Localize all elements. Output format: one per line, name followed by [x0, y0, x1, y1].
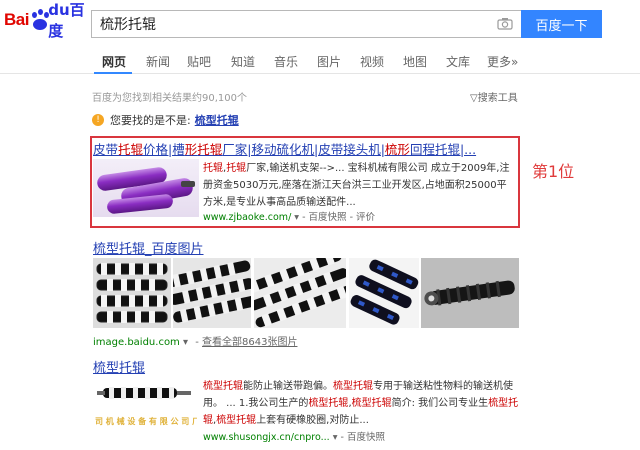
image-thumbnail[interactable]: [349, 258, 419, 328]
search-query: 梳形托辊: [100, 17, 156, 33]
tab-more[interactable]: 更多»: [487, 53, 518, 70]
tab-video[interactable]: 视频: [360, 53, 384, 70]
result1-url[interactable]: www.zjbaoke.com/: [203, 212, 291, 223]
dropdown-icon[interactable]: ▾: [333, 432, 341, 443]
search-tools-label: 搜索工具: [477, 93, 518, 104]
result3-url[interactable]: www.shusongjx.cn/cnpro...: [203, 432, 330, 443]
result1-desc-keyword: 托辊: [226, 163, 247, 174]
tab-images[interactable]: 图片: [317, 53, 341, 70]
view-all-images-link[interactable]: 查看全部8643张图片: [202, 337, 297, 348]
result3-description: 梳型托辊能防止输送带跑偏。梳型托辊专用于输送粘性物料的输送机使用。 ... 1.…: [203, 378, 523, 429]
search-button[interactable]: 百度一下: [521, 10, 602, 38]
result1-title-part: 价格|槽: [143, 142, 185, 157]
result2-title-link[interactable]: 梳型托辊_百度图片: [93, 238, 204, 257]
result1-title-link[interactable]: 皮带托辊价格|槽形托辊厂家|移动硫化机|皮带接头机|梳形回程托辊|...: [93, 139, 517, 158]
result3-thumbnail[interactable]: 司 机 械 设 备 有 限 公 司 厂: [93, 378, 197, 440]
snapshot-link[interactable]: 百度快照: [347, 432, 385, 443]
image-thumbnail[interactable]: [173, 258, 251, 328]
image-thumbnail[interactable]: [254, 258, 346, 328]
dropdown-icon[interactable]: ▾: [294, 212, 302, 223]
result1-desc-part: 厂家,输送机支架-->... 宝科机械有限公司 成立于2009年,注册资金503…: [203, 163, 510, 208]
active-tab-indicator: [94, 72, 132, 74]
result3-desc-part: 上套有硬橡胶圈,对防止...: [256, 415, 369, 426]
dropdown-icon[interactable]: ▾: [183, 337, 191, 348]
result3-desc-keyword: 梳型托辊: [216, 415, 257, 426]
tab-tieba[interactable]: 贴吧: [187, 53, 211, 70]
review-link[interactable]: 评价: [356, 212, 375, 223]
result1-desc-keyword: 托辊: [203, 163, 223, 174]
result3-desc-keyword: 梳型托辊: [333, 381, 373, 392]
result1-url-line: www.zjbaoke.com/ ▾ - 百度快照 - 评价: [203, 212, 376, 223]
result1-title-part: 皮带: [93, 142, 119, 157]
tab-map[interactable]: 地图: [403, 53, 427, 70]
info-icon: !: [92, 114, 104, 126]
result-count: 百度为您找到相关结果约90,100个: [92, 93, 247, 104]
result3-title-link[interactable]: 梳型托辊: [93, 357, 145, 376]
result1-title-part: 厂家|移动硫化机|皮带接头机|: [222, 142, 385, 157]
search-tools[interactable]: ▽搜索工具: [470, 89, 518, 104]
tab-music[interactable]: 音乐: [274, 53, 298, 70]
result3-desc-keyword: 梳型托辊: [351, 398, 392, 409]
result2-url[interactable]: image.baidu.com: [93, 337, 180, 348]
logo-text-right: du百度: [48, 1, 85, 40]
tab-web[interactable]: 网页: [102, 53, 126, 70]
image-thumbnail[interactable]: [93, 258, 171, 328]
result1-title-keyword: 形: [184, 142, 198, 157]
result1-title-keyword: 托辊: [197, 142, 223, 157]
camera-icon[interactable]: [497, 17, 513, 30]
tab-wenku[interactable]: 文库: [446, 53, 470, 70]
result1-title-part: 回程托辊|...: [409, 142, 477, 157]
spelling-suggestion: ! 您要找的是不是: 梳型托辊: [92, 112, 239, 128]
result3-url-line: www.shusongjx.cn/cnpro... ▾ - 百度快照: [203, 432, 385, 443]
paw-icon: [30, 9, 49, 31]
result1-thumbnail[interactable]: [93, 159, 199, 217]
snapshot-link[interactable]: 百度快照: [309, 212, 347, 223]
result3-desc-keyword: 梳型托辊: [308, 398, 349, 409]
tab-news[interactable]: 新闻: [146, 53, 170, 70]
result1-description: 托辊,托辊厂家,输送机支架-->... 宝科机械有限公司 成立于2009年,注册…: [203, 160, 515, 211]
tab-zhidao[interactable]: 知道: [231, 53, 255, 70]
baidu-logo[interactable]: Bai du百度: [4, 1, 90, 40]
result3-desc-part: 能防止输送带跑偏。: [243, 381, 333, 392]
result1-title-keyword: 托辊: [118, 142, 144, 157]
image-thumbnail[interactable]: [421, 258, 519, 328]
result3-thumbnail-watermark: 司 机 械 设 备 有 限 公 司 厂: [95, 417, 197, 426]
result3-desc-keyword: 梳型托辊: [203, 381, 243, 392]
logo-text-left: Bai: [4, 10, 29, 29]
result2-url-line: image.baidu.com ▾ - 查看全部8643张图片: [93, 337, 298, 348]
suggestion-prefix: 您要找的是不是:: [110, 114, 191, 127]
result1-title-keyword: 梳形: [384, 142, 410, 157]
suggestion-link[interactable]: 梳型托辊: [195, 112, 239, 128]
filter-icon: ▽: [470, 93, 478, 104]
nav-tabs: 网页 新闻 贴吧 知道 音乐 图片 视频 地图 文库 更多»: [0, 46, 640, 74]
search-input[interactable]: 梳形托辊: [91, 10, 521, 38]
result3-desc-part: 简介: 我们公司专业生: [391, 398, 489, 409]
rank-annotation: 第1位: [532, 162, 575, 181]
